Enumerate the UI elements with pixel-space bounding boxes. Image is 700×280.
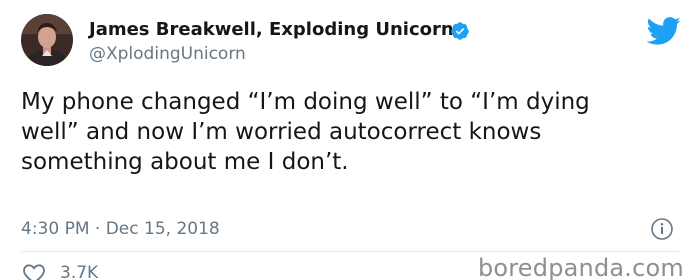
like-count: 3.7K [60, 263, 99, 280]
twitter-bird-icon[interactable] [645, 16, 681, 46]
divider [21, 251, 679, 252]
avatar-image [21, 14, 73, 66]
avatar[interactable] [21, 14, 73, 66]
tweet-text: My phone changed “I’m doing well” to “I’… [21, 89, 590, 175]
author-name[interactable]: James Breakwell, Exploding Unicorn [89, 19, 454, 41]
verified-badge-icon [451, 22, 469, 40]
tweet-card: James Breakwell, Exploding Unicorn @Xplo… [0, 0, 700, 280]
tweet-timestamp[interactable]: 4:30 PM · Dec 15, 2018 [21, 218, 220, 240]
info-icon[interactable] [650, 217, 674, 241]
author-handle[interactable]: @XplodingUnicorn [89, 43, 246, 65]
heart-outline-icon[interactable] [22, 263, 46, 280]
watermark: boredpanda.com [477, 254, 684, 280]
